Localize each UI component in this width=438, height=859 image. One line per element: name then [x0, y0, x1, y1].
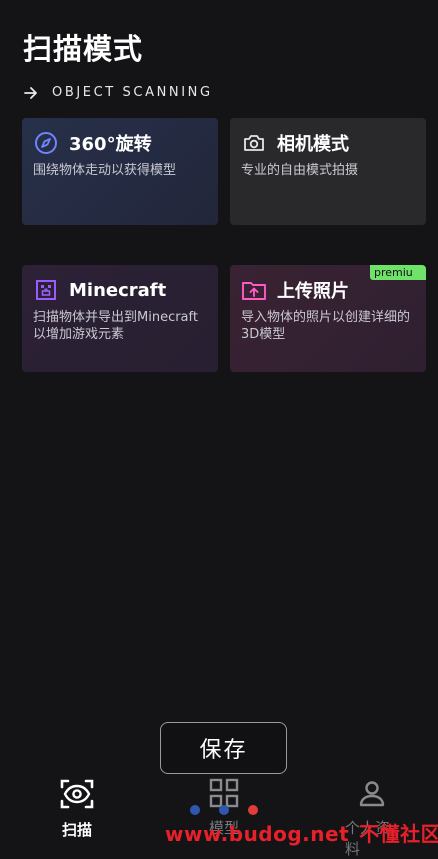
card-title: 相机模式: [277, 134, 349, 155]
nav-label: 扫描: [61, 821, 92, 839]
watermark-url: www.budog.net: [165, 822, 350, 846]
card-360-rotate[interactable]: 360°旋转 围绕物体走动以获得模型: [22, 118, 218, 225]
person-icon: [357, 778, 387, 812]
arrow-right-icon: [24, 86, 37, 99]
card-upload-photo[interactable]: premiu 上传照片 导入物体的照片以创建详细的3D模型: [230, 265, 426, 372]
card-description: 导入物体的照片以创建详细的3D模型: [241, 310, 411, 342]
card-minecraft[interactable]: Minecraft 扫描物体并导出到Minecraft以增加游戏元素: [22, 265, 218, 372]
subtitle-row: OBJECT SCANNING: [24, 85, 213, 100]
card-camera-mode[interactable]: 相机模式 专业的自由模式拍摄: [230, 118, 426, 225]
premium-badge: premiu: [370, 265, 426, 280]
loading-dot: [248, 805, 258, 815]
card-description: 专业的自由模式拍摄: [241, 163, 359, 178]
watermark: www.budog.net 不懂社区: [165, 818, 438, 847]
loading-dot: [219, 805, 229, 815]
minecraft-icon: [33, 277, 59, 303]
card-title: 360°旋转: [69, 134, 152, 155]
watermark-text: 不懂社区: [359, 822, 438, 846]
card-title: 上传照片: [277, 281, 349, 302]
upload-folder-icon: [241, 277, 267, 303]
eye-scan-icon: [59, 778, 95, 814]
card-title: Minecraft: [69, 279, 167, 301]
camera-icon: [241, 130, 267, 156]
subtitle-text: OBJECT SCANNING: [52, 85, 213, 100]
compass-icon: [33, 130, 59, 156]
card-description: 围绕物体走动以获得模型: [33, 163, 177, 178]
page-title: 扫描模式: [23, 32, 144, 66]
save-button[interactable]: 保存: [160, 722, 287, 774]
card-description: 扫描物体并导出到Minecraft以增加游戏元素: [33, 310, 198, 342]
nav-item-scan[interactable]: 扫描: [50, 778, 104, 840]
loading-dot: [190, 805, 200, 815]
